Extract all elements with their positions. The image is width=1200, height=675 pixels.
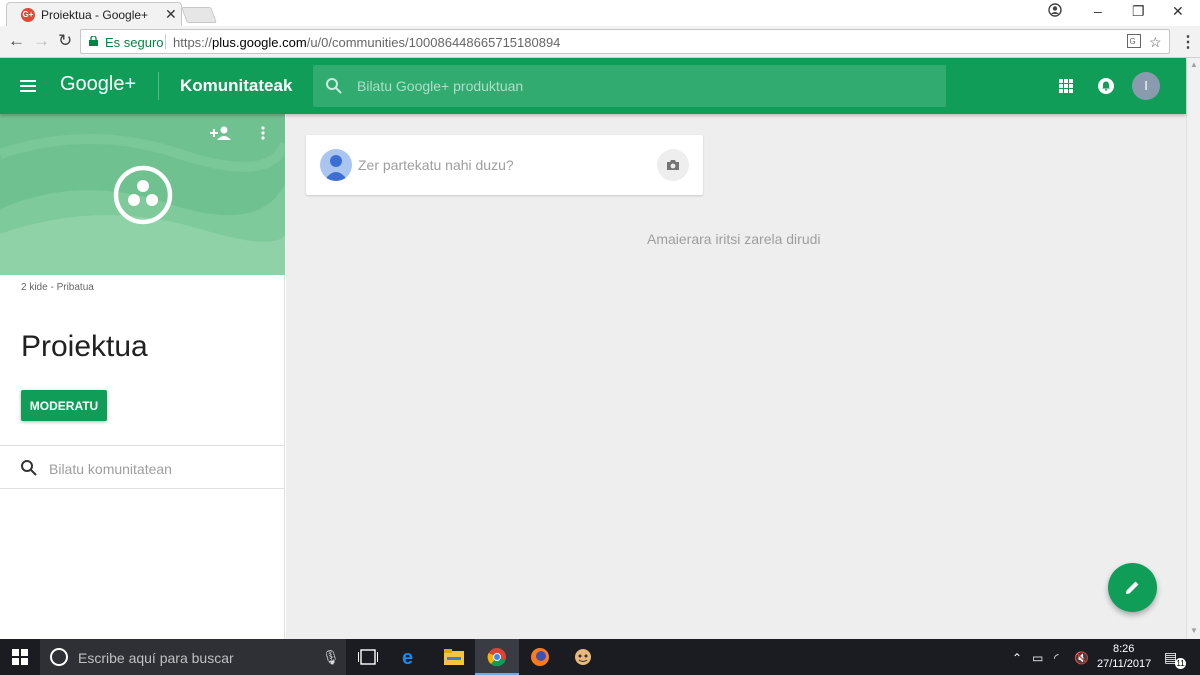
hamburger-menu-icon[interactable]	[20, 80, 36, 92]
chrome-icon[interactable]	[475, 639, 519, 675]
add-member-icon[interactable]	[210, 125, 232, 141]
google-plus-logo[interactable]: Google+	[60, 73, 136, 96]
google-plus-favicon-icon: G+	[21, 8, 35, 22]
minimize-icon[interactable]: –	[1094, 3, 1102, 19]
firefox-icon[interactable]	[518, 639, 562, 675]
tab-title: Proiektua - Google+	[41, 8, 149, 22]
browser-menu-icon[interactable]: ⋮	[1180, 32, 1196, 52]
global-search	[313, 65, 946, 107]
account-avatar[interactable]: I	[1132, 72, 1160, 100]
community-search-input[interactable]	[49, 459, 269, 479]
share-prompt[interactable]: Zer partekatu nahi duzu?	[358, 157, 514, 173]
apps-grid-icon[interactable]	[1059, 79, 1073, 93]
compose-post-button[interactable]	[1108, 563, 1157, 612]
search-icon	[326, 78, 342, 94]
back-arrow-icon[interactable]: ←	[8, 31, 25, 51]
header-divider	[158, 72, 159, 100]
taskbar-search-label: Escribe aquí para buscar	[78, 650, 234, 666]
page-scrollbar[interactable]: ▲ ▼	[1186, 58, 1200, 639]
clock-date[interactable]: 27/11/2017	[1097, 658, 1151, 670]
community-meta: 2 kide - Pribatua	[21, 282, 94, 293]
cortana-icon	[50, 648, 68, 666]
svg-text:G: G	[1130, 37, 1136, 46]
end-of-stream-message: Amaierara iritsi zarela dirudi	[647, 231, 821, 247]
forward-arrow-icon[interactable]: →	[33, 31, 50, 51]
share-box[interactable]: Zer partekatu nahi duzu?	[306, 135, 703, 195]
restore-icon[interactable]: ❐	[1132, 3, 1145, 20]
community-sidebar: 2 kide - Pribatua Proiektua MODERATU	[0, 114, 285, 639]
moderate-button[interactable]: MODERATU	[21, 390, 107, 421]
more-options-icon[interactable]	[260, 126, 266, 142]
windows-taskbar: Escribe aquí para buscar 🎙 e ⌃ ▭ ◜ 🔇 8:2…	[0, 639, 1200, 675]
community-cover	[0, 114, 285, 275]
add-photo-button[interactable]	[657, 149, 689, 181]
camera-icon	[667, 160, 679, 170]
pencil-icon	[1126, 581, 1139, 594]
file-explorer-icon[interactable]	[432, 639, 476, 675]
browser-tabstrip: G+ Proiektua - Google+ ✕ – ❐ ✕	[0, 0, 1200, 26]
url-text: https://plus.google.com/u/0/communities/…	[173, 35, 561, 50]
bookmark-star-icon[interactable]: ☆	[1149, 34, 1162, 51]
tab-close-icon[interactable]: ✕	[165, 6, 177, 23]
profile-icon[interactable]	[1048, 3, 1062, 20]
window-close-icon[interactable]: ✕	[1172, 3, 1184, 20]
lock-icon	[89, 36, 98, 46]
page-title: Komunitateak	[180, 76, 293, 95]
battery-icon[interactable]: ▭	[1032, 651, 1043, 665]
edge-browser-icon[interactable]: e	[389, 639, 433, 675]
user-avatar-icon	[320, 149, 352, 181]
url-separator	[165, 34, 166, 49]
notification-badge: 11	[1175, 658, 1186, 669]
app-header: Google+ Komunitateak I	[0, 58, 1186, 114]
scroll-down-icon[interactable]: ▼	[1190, 626, 1198, 635]
tray-chevron-icon[interactable]: ⌃	[1012, 651, 1022, 665]
community-name: Proiektua	[21, 330, 148, 363]
community-search-icon	[21, 460, 37, 476]
notifications-bell-icon[interactable]	[1097, 77, 1115, 95]
new-tab-button[interactable]	[181, 7, 217, 23]
reload-icon[interactable]: ↻	[58, 31, 72, 51]
svg-text:e: e	[402, 647, 413, 667]
volume-muted-icon[interactable]: 🔇	[1074, 651, 1089, 665]
browser-tab[interactable]: G+ Proiektua - Google+ ✕	[6, 2, 182, 26]
secure-label: Es seguro	[105, 35, 164, 50]
address-bar[interactable]: Es seguro https://plus.google.com/u/0/co…	[80, 29, 1170, 54]
task-view-icon[interactable]	[346, 639, 390, 675]
browser-toolbar: ← → ↻ Es seguro https://plus.google.com/…	[0, 26, 1200, 58]
divider	[0, 445, 285, 446]
app-character-icon[interactable]	[561, 639, 605, 675]
community-stream: Zer partekatu nahi duzu? Amaierara irits…	[286, 114, 1186, 639]
community-icon	[113, 165, 173, 225]
scroll-up-icon[interactable]: ▲	[1190, 60, 1198, 69]
windows-start-icon[interactable]	[12, 649, 28, 665]
divider	[0, 488, 285, 489]
wifi-icon[interactable]: ◜	[1054, 651, 1059, 665]
global-search-input[interactable]	[357, 75, 917, 97]
microphone-icon[interactable]: 🎙	[322, 649, 340, 666]
clock-time[interactable]: 8:26	[1113, 643, 1134, 655]
taskbar-search[interactable]: Escribe aquí para buscar 🎙	[40, 639, 346, 675]
translate-icon[interactable]: G	[1127, 34, 1141, 51]
